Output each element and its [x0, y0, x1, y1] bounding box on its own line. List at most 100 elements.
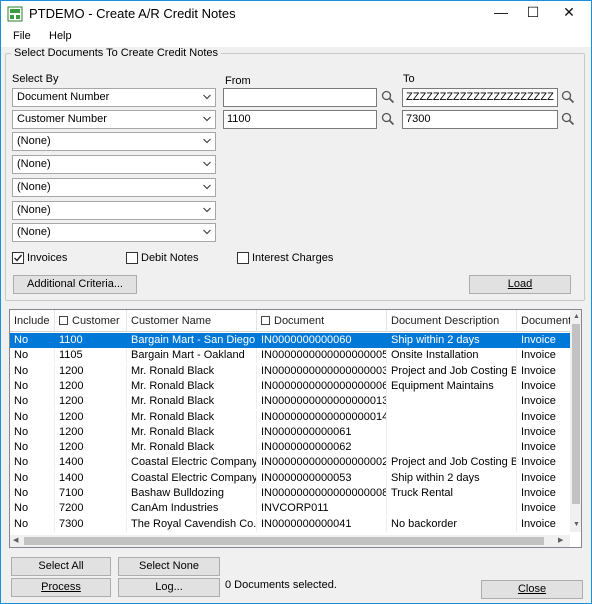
cell-document-type: Invoice — [517, 394, 577, 410]
cell-include[interactable]: No — [10, 470, 55, 486]
select-by-field-1[interactable]: Document Number — [12, 88, 216, 107]
search-icon[interactable] — [381, 112, 395, 126]
select-none-button[interactable]: Select None — [118, 557, 220, 576]
column-header-customer-name[interactable]: Customer Name — [127, 310, 257, 332]
table-row[interactable]: No 1105 Bargain Mart - Oakland IN0000000000… — [10, 348, 577, 364]
cell-customer: 1105 — [55, 348, 127, 364]
search-icon[interactable] — [561, 112, 575, 126]
table-row[interactable]: No 1400 Coastal Electric Company IN00000000… — [10, 455, 577, 471]
select-by-field-4[interactable]: (None) — [12, 155, 216, 174]
column-header-document-description[interactable]: Document Description — [387, 310, 517, 332]
column-header-customer[interactable]: Customer — [55, 310, 127, 332]
checkbox-box — [126, 252, 138, 264]
table-row[interactable]: No 1200 Mr. Ronald Black IN0000000000000000… — [10, 363, 577, 379]
cell-include[interactable]: No — [10, 455, 55, 471]
customer-to-input[interactable]: 7300 — [402, 110, 558, 129]
cell-customer-name: Mr. Ronald Black — [127, 394, 257, 410]
document-from-input[interactable] — [223, 88, 377, 107]
cell-include[interactable]: No — [10, 440, 55, 456]
additional-criteria-button[interactable]: Additional Criteria... — [13, 275, 137, 294]
table-row[interactable]: No 1400 Coastal Electric Company IN00000000… — [10, 470, 577, 486]
select-all-button[interactable]: Select All — [11, 557, 111, 576]
cell-document-type: Invoice — [517, 348, 577, 364]
main-window: PTDEMO - Create A/R Credit Notes — ☐ ✕ F… — [0, 0, 592, 604]
cell-include[interactable]: No — [10, 333, 55, 348]
from-label: From — [225, 75, 251, 87]
column-header-customer-label: Customer — [72, 315, 120, 327]
cell-customer-name: Mr. Ronald Black — [127, 409, 257, 425]
close-button-label: Close — [517, 583, 547, 595]
interest-charges-label: Interest Charges — [252, 252, 334, 264]
horizontal-scroll-thumb[interactable] — [24, 537, 544, 545]
log-button[interactable]: Log... — [118, 578, 220, 597]
column-header-include[interactable]: Include — [10, 310, 55, 332]
cell-customer-name: Bashaw Bulldozing — [127, 486, 257, 501]
table-row[interactable]: No 1200 Mr. Ronald Black IN0000000000062 Inv… — [10, 440, 577, 456]
table-row[interactable]: No 7200 CanAm Industries INVCORP011 Invoice — [10, 501, 577, 517]
select-by-field-7-value: (None) — [17, 226, 51, 238]
load-button[interactable]: Load — [469, 275, 571, 294]
search-icon[interactable] — [381, 90, 395, 104]
table-row[interactable]: No 1100 Bargain Mart - San Diego IN00000000… — [10, 333, 577, 349]
cell-customer-name: Mr. Ronald Black — [127, 424, 257, 440]
vertical-scroll-thumb[interactable] — [572, 324, 580, 504]
scroll-down-icon[interactable]: ▼ — [573, 520, 580, 530]
column-header-document[interactable]: Document — [257, 310, 387, 332]
column-header-document-type[interactable]: Document Type — [517, 310, 577, 332]
scroll-left-icon[interactable]: ◀ — [13, 536, 18, 546]
maximize-button[interactable]: ☐ — [515, 1, 551, 25]
menu-file[interactable]: File — [13, 30, 31, 42]
table-row[interactable]: No 1200 Mr. Ronald Black IN0000000000000000… — [10, 409, 577, 425]
vertical-scrollbar[interactable]: ▲ ▼ — [570, 310, 581, 532]
select-by-field-7[interactable]: (None) — [12, 223, 216, 242]
horizontal-scrollbar[interactable]: ◀ ▶ — [10, 535, 570, 547]
cell-include[interactable]: No — [10, 363, 55, 379]
cell-include[interactable]: No — [10, 486, 55, 501]
cell-include[interactable]: No — [10, 378, 55, 394]
cell-document-type: Invoice — [517, 333, 577, 348]
cell-include[interactable]: No — [10, 424, 55, 440]
table-row[interactable]: No 7100 Bashaw Bulldozing IN000000000000000… — [10, 486, 577, 501]
scroll-up-icon[interactable]: ▲ — [573, 312, 580, 322]
cell-document-description — [387, 409, 517, 425]
interest-charges-checkbox[interactable]: Interest Charges — [237, 251, 337, 265]
finder-icon — [261, 316, 270, 325]
scroll-right-icon[interactable]: ▶ — [558, 536, 563, 546]
column-header-document-label: Document — [274, 315, 325, 327]
menu-help[interactable]: Help — [49, 30, 72, 42]
search-icon[interactable] — [561, 90, 575, 104]
cell-customer: 1200 — [55, 440, 127, 456]
cell-include[interactable]: No — [10, 394, 55, 410]
invoices-checkbox[interactable]: Invoices — [12, 251, 82, 265]
table-row[interactable]: No 1200 Mr. Ronald Black IN0000000000000000… — [10, 378, 577, 394]
select-by-field-3[interactable]: (None) — [12, 132, 216, 151]
process-button[interactable]: Process — [11, 578, 111, 597]
document-to-input[interactable]: ZZZZZZZZZZZZZZZZZZZZZZ — [402, 88, 558, 107]
cell-customer-name: CanAm Industries — [127, 501, 257, 517]
cell-document-description — [387, 440, 517, 456]
debit-notes-checkbox[interactable]: Debit Notes — [126, 251, 206, 265]
window-title: PTDEMO - Create A/R Credit Notes — [29, 6, 236, 21]
cell-document: INVCORP011 — [257, 501, 387, 517]
cell-document-type: Invoice — [517, 440, 577, 456]
select-by-field-6[interactable]: (None) — [12, 201, 216, 220]
table-row[interactable]: No 7300 The Royal Cavendish Co. IN000000000… — [10, 516, 577, 532]
cell-document-type: Invoice — [517, 486, 577, 501]
cell-include[interactable]: No — [10, 516, 55, 532]
select-by-field-5[interactable]: (None) — [12, 178, 216, 197]
minimize-button[interactable]: — — [483, 1, 519, 25]
select-by-label: Select By — [12, 73, 59, 85]
selection-status: 0 Documents selected. — [225, 579, 337, 591]
customer-from-input[interactable]: 1100 — [223, 110, 377, 129]
cell-customer-name: Mr. Ronald Black — [127, 378, 257, 394]
cell-include[interactable]: No — [10, 409, 55, 425]
cell-include[interactable]: No — [10, 501, 55, 517]
select-by-field-2[interactable]: Customer Number — [12, 110, 216, 129]
close-window-button[interactable]: ✕ — [551, 1, 587, 25]
documents-grid[interactable]: Include Customer Customer Name Document … — [9, 309, 582, 548]
table-row[interactable]: No 1200 Mr. Ronald Black IN0000000000000000… — [10, 394, 577, 410]
table-row[interactable]: No 1200 Mr. Ronald Black IN0000000000061 Inv… — [10, 424, 577, 440]
cell-include[interactable]: No — [10, 348, 55, 364]
close-button[interactable]: Close — [481, 580, 583, 599]
cell-document-description: Project and Job Costing B... — [387, 455, 517, 471]
